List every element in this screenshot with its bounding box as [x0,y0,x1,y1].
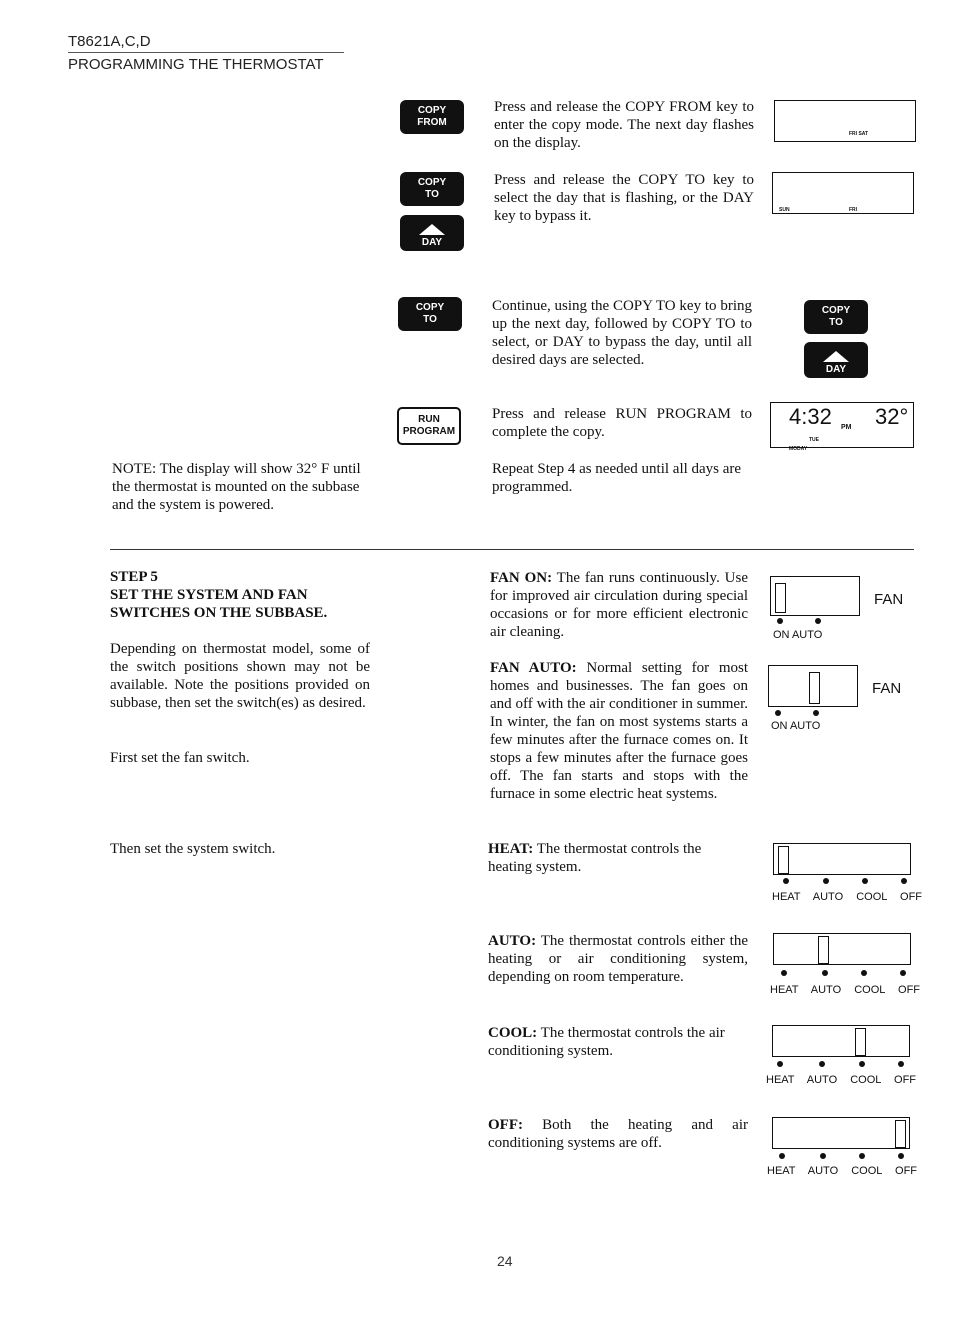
heat-description: HEAT: The thermostat controls the heatin… [488,841,702,875]
system-switch-auto [773,933,911,965]
auto-dot [815,618,821,624]
dot [779,1153,785,1159]
switch-knob [775,583,786,613]
display-time: 4:32 PM 32° TUE MODAY [770,402,914,452]
system-position-labels: HEAT AUTO COOL OFF [772,891,923,903]
fan-switch-on [770,576,860,616]
auto-dot [813,710,819,716]
cool-description: COOL: The thermostat controls the air co… [488,1025,725,1059]
copy-to-key-icon: COPY TO [400,172,464,206]
auto-description: AUTO: The thermostat controls either the… [488,933,748,985]
dot [777,1061,783,1067]
fan-label: FAN [874,591,904,608]
on-dot [775,710,781,716]
dot [862,878,868,884]
step5-subtitle: SET THE SYSTEM AND FAN SWITCHES ON THE S… [110,587,328,621]
off-description: OFF: Both the heating and air conditioni… [488,1117,748,1151]
system-switch-off [772,1117,910,1149]
fan-on-description: FAN ON: The fan runs continuously. Use f… [490,570,748,640]
dot [822,970,828,976]
day-key-icon: DAY [804,342,868,378]
copy-from-key-icon: COPY FROM [400,100,464,134]
fan-label: FAN [872,680,902,697]
display-fri-sat: FRI SAT [774,100,916,142]
section-header: PROGRAMMING THE THERMOSTAT [68,56,324,73]
dot [898,1153,904,1159]
dot [783,878,789,884]
fan-position-labels: ON AUTO [771,720,821,732]
system-position-labels: HEAT AUTO COOL OFF [767,1165,918,1177]
switch-knob [855,1028,866,1056]
step5-intro: Depending on thermostat model, some of t… [110,641,370,711]
copy-to-key-icon: COPY TO [398,297,462,331]
step5-title: STEP 5 [110,569,158,585]
system-switch-cool [772,1025,910,1057]
dot [859,1153,865,1159]
dot [820,1153,826,1159]
system-position-labels: HEAT AUTO COOL OFF [770,984,921,996]
step-continue: Continue, using the COPY TO key to bring… [492,298,752,368]
run-program-key-icon: RUN PROGRAM [397,407,461,445]
dot [823,878,829,884]
manual-page: T8621A,C,D PROGRAMMING THE THERMOSTAT CO… [0,0,954,1322]
section-divider [110,549,914,550]
dot [861,970,867,976]
step-repeat: Repeat Step 4 as needed until all days a… [492,461,742,495]
system-switch-heat [773,843,911,875]
dot [859,1061,865,1067]
fan-auto-description: FAN AUTO: Normal setting for most homes … [490,660,749,802]
dot [900,970,906,976]
step-run-program: Press and release RUN PROGRAM to complet… [492,406,752,440]
display-note: NOTE: The display will show 32° F until … [112,461,361,513]
copy-to-key-icon: COPY TO [804,300,868,334]
on-dot [777,618,783,624]
model-header: T8621A,C,D [68,33,151,50]
system-position-labels: HEAT AUTO COOL OFF [766,1074,917,1086]
fan-switch-instruction: First set the fan switch. [110,750,250,766]
page-number: 24 [497,1253,513,1269]
fan-position-labels: ON AUTO [773,629,823,641]
step-copy-from: Press and release the COPY FROM key to e… [494,99,754,151]
switch-knob [778,846,789,874]
display-sun-fri: SUN FRI [772,172,914,214]
switch-knob [818,936,829,964]
dot [819,1061,825,1067]
dot [898,1061,904,1067]
day-key-icon: DAY [400,215,464,251]
header-rule [68,52,344,53]
dot [901,878,907,884]
system-switch-instruction: Then set the system switch. [110,841,276,857]
switch-knob [895,1120,906,1148]
switch-knob [809,672,820,704]
fan-switch-auto [768,665,858,707]
step-copy-to: Press and release the COPY TO key to sel… [494,172,754,224]
dot [781,970,787,976]
